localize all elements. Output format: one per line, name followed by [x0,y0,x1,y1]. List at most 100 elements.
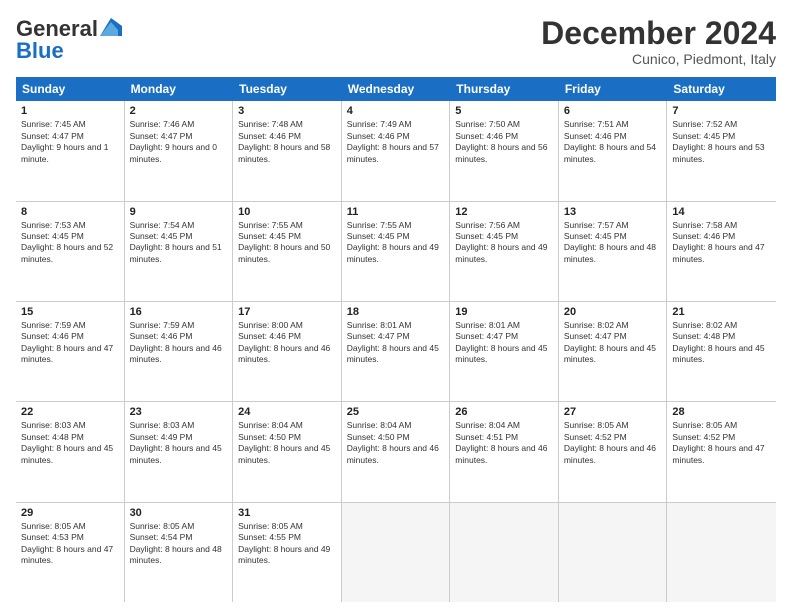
day-number: 15 [21,306,119,318]
calendar-cell: 2 Sunrise: 7:46 AMSunset: 4:47 PMDaylight… [125,101,234,200]
calendar-cell: 8 Sunrise: 7:53 AMSunset: 4:45 PMDaylight… [16,202,125,301]
calendar-cell: 21Sunrise: 8:02 AMSunset: 4:48 PMDayligh… [667,302,776,401]
calendar-body: 1 Sunrise: 7:45 AMSunset: 4:47 PMDaylight… [16,101,776,602]
calendar-cell: 23 Sunrise: 8:03 AMSunset: 4:49 PMDayligh… [125,402,234,501]
calendar-cell: 15 Sunrise: 7:59 AMSunset: 4:46 PMDayligh… [16,302,125,401]
day-number: 30 [130,507,228,519]
calendar-row: 15 Sunrise: 7:59 AMSunset: 4:46 PMDayligh… [16,302,776,402]
day-info: Sunrise: 8:05 AMSunset: 4:55 PMDaylight:… [238,521,336,567]
weekday-header: Tuesday [233,77,342,101]
day-info: Sunrise: 8:01 AMSunset: 4:47 PMDaylight:… [347,320,445,366]
day-number: 10 [238,206,336,218]
day-info: Sunrise: 7:48 AMSunset: 4:46 PMDaylight:… [238,119,336,165]
day-info: Sunrise: 8:04 AMSunset: 4:50 PMDaylight:… [238,420,336,466]
calendar-cell: 1 Sunrise: 7:45 AMSunset: 4:47 PMDaylight… [16,101,125,200]
day-number: 11 [347,206,445,218]
day-info: Sunrise: 7:45 AMSunset: 4:47 PMDaylight:… [21,119,119,165]
day-number: 4 [347,105,445,117]
logo: General Blue [16,16,122,64]
calendar-row: 29 Sunrise: 8:05 AMSunset: 4:53 PMDayligh… [16,503,776,602]
calendar-cell: 7 Sunrise: 7:52 AMSunset: 4:45 PMDaylight… [667,101,776,200]
calendar-cell: 24 Sunrise: 8:04 AMSunset: 4:50 PMDayligh… [233,402,342,501]
day-info: Sunrise: 7:53 AMSunset: 4:45 PMDaylight:… [21,220,119,266]
calendar-cell: 4 Sunrise: 7:49 AMSunset: 4:46 PMDaylight… [342,101,451,200]
calendar-cell: 29 Sunrise: 8:05 AMSunset: 4:53 PMDayligh… [16,503,125,602]
day-info: Sunrise: 7:50 AMSunset: 4:46 PMDaylight:… [455,119,553,165]
calendar-cell: 11 Sunrise: 7:55 AMSunset: 4:45 PMDayligh… [342,202,451,301]
day-number: 23 [130,406,228,418]
day-number: 24 [238,406,336,418]
day-number: 19 [455,306,553,318]
day-number: 3 [238,105,336,117]
calendar-cell: 31 Sunrise: 8:05 AMSunset: 4:55 PMDayligh… [233,503,342,602]
day-info: Sunrise: 8:02 AMSunset: 4:48 PMDaylight:… [672,320,771,366]
day-number: 20 [564,306,662,318]
day-number: 17 [238,306,336,318]
day-info: Sunrise: 8:05 AMSunset: 4:52 PMDaylight:… [672,420,771,466]
day-info: Sunrise: 8:05 AMSunset: 4:54 PMDaylight:… [130,521,228,567]
subtitle: Cunico, Piedmont, Italy [541,51,776,67]
day-number: 6 [564,105,662,117]
calendar-cell: 5 Sunrise: 7:50 AMSunset: 4:46 PMDaylight… [450,101,559,200]
day-number: 28 [672,406,771,418]
calendar-row: 1 Sunrise: 7:45 AMSunset: 4:47 PMDaylight… [16,101,776,201]
day-number: 16 [130,306,228,318]
day-info: Sunrise: 8:05 AMSunset: 4:53 PMDaylight:… [21,521,119,567]
day-info: Sunrise: 7:55 AMSunset: 4:45 PMDaylight:… [347,220,445,266]
day-number: 1 [21,105,119,117]
day-number: 2 [130,105,228,117]
day-number: 9 [130,206,228,218]
calendar-cell: 14 Sunrise: 7:58 AMSunset: 4:46 PMDayligh… [667,202,776,301]
day-number: 31 [238,507,336,519]
weekday-header: Sunday [16,77,125,101]
day-number: 13 [564,206,662,218]
day-number: 27 [564,406,662,418]
calendar-cell [342,503,451,602]
day-info: Sunrise: 8:03 AMSunset: 4:48 PMDaylight:… [21,420,119,466]
day-info: Sunrise: 8:05 AMSunset: 4:52 PMDaylight:… [564,420,662,466]
day-info: Sunrise: 7:57 AMSunset: 4:45 PMDaylight:… [564,220,662,266]
day-info: Sunrise: 7:52 AMSunset: 4:45 PMDaylight:… [672,119,771,165]
day-info: Sunrise: 7:49 AMSunset: 4:46 PMDaylight:… [347,119,445,165]
title-section: December 2024 Cunico, Piedmont, Italy [541,16,776,67]
calendar-cell: 20 Sunrise: 8:02 AMSunset: 4:47 PMDayligh… [559,302,668,401]
page: General Blue December 2024 Cunico, Piedm… [0,0,792,612]
calendar-cell: 30 Sunrise: 8:05 AMSunset: 4:54 PMDayligh… [125,503,234,602]
header: General Blue December 2024 Cunico, Piedm… [16,16,776,67]
weekday-header: Thursday [450,77,559,101]
day-number: 26 [455,406,553,418]
calendar-header: SundayMondayTuesdayWednesdayThursdayFrid… [16,77,776,101]
day-info: Sunrise: 8:03 AMSunset: 4:49 PMDaylight:… [130,420,228,466]
day-info: Sunrise: 7:46 AMSunset: 4:47 PMDaylight:… [130,119,228,165]
day-number: 5 [455,105,553,117]
day-info: Sunrise: 7:51 AMSunset: 4:46 PMDaylight:… [564,119,662,165]
calendar-cell: 3 Sunrise: 7:48 AMSunset: 4:46 PMDaylight… [233,101,342,200]
day-number: 8 [21,206,119,218]
calendar-cell: 13 Sunrise: 7:57 AMSunset: 4:45 PMDayligh… [559,202,668,301]
day-info: Sunrise: 7:56 AMSunset: 4:45 PMDaylight:… [455,220,553,266]
logo-icon [100,18,122,36]
calendar-cell: 17Sunrise: 8:00 AMSunset: 4:46 PMDayligh… [233,302,342,401]
weekday-header: Friday [559,77,668,101]
calendar-cell: 12Sunrise: 7:56 AMSunset: 4:45 PMDayligh… [450,202,559,301]
day-number: 7 [672,105,771,117]
day-info: Sunrise: 7:55 AMSunset: 4:45 PMDaylight:… [238,220,336,266]
calendar-row: 22 Sunrise: 8:03 AMSunset: 4:48 PMDayligh… [16,402,776,502]
calendar-cell: 28 Sunrise: 8:05 AMSunset: 4:52 PMDayligh… [667,402,776,501]
day-number: 22 [21,406,119,418]
month-title: December 2024 [541,16,776,51]
calendar-cell [450,503,559,602]
day-info: Sunrise: 7:58 AMSunset: 4:46 PMDaylight:… [672,220,771,266]
day-info: Sunrise: 8:02 AMSunset: 4:47 PMDaylight:… [564,320,662,366]
weekday-header: Wednesday [342,77,451,101]
calendar-cell [559,503,668,602]
day-number: 14 [672,206,771,218]
weekday-header: Saturday [667,77,776,101]
day-info: Sunrise: 7:59 AMSunset: 4:46 PMDaylight:… [21,320,119,366]
calendar-row: 8 Sunrise: 7:53 AMSunset: 4:45 PMDaylight… [16,202,776,302]
day-info: Sunrise: 7:59 AMSunset: 4:46 PMDaylight:… [130,320,228,366]
logo-blue: Blue [16,38,64,64]
day-number: 29 [21,507,119,519]
calendar-cell: 9Sunrise: 7:54 AMSunset: 4:45 PMDaylight… [125,202,234,301]
calendar-cell: 18Sunrise: 8:01 AMSunset: 4:47 PMDayligh… [342,302,451,401]
